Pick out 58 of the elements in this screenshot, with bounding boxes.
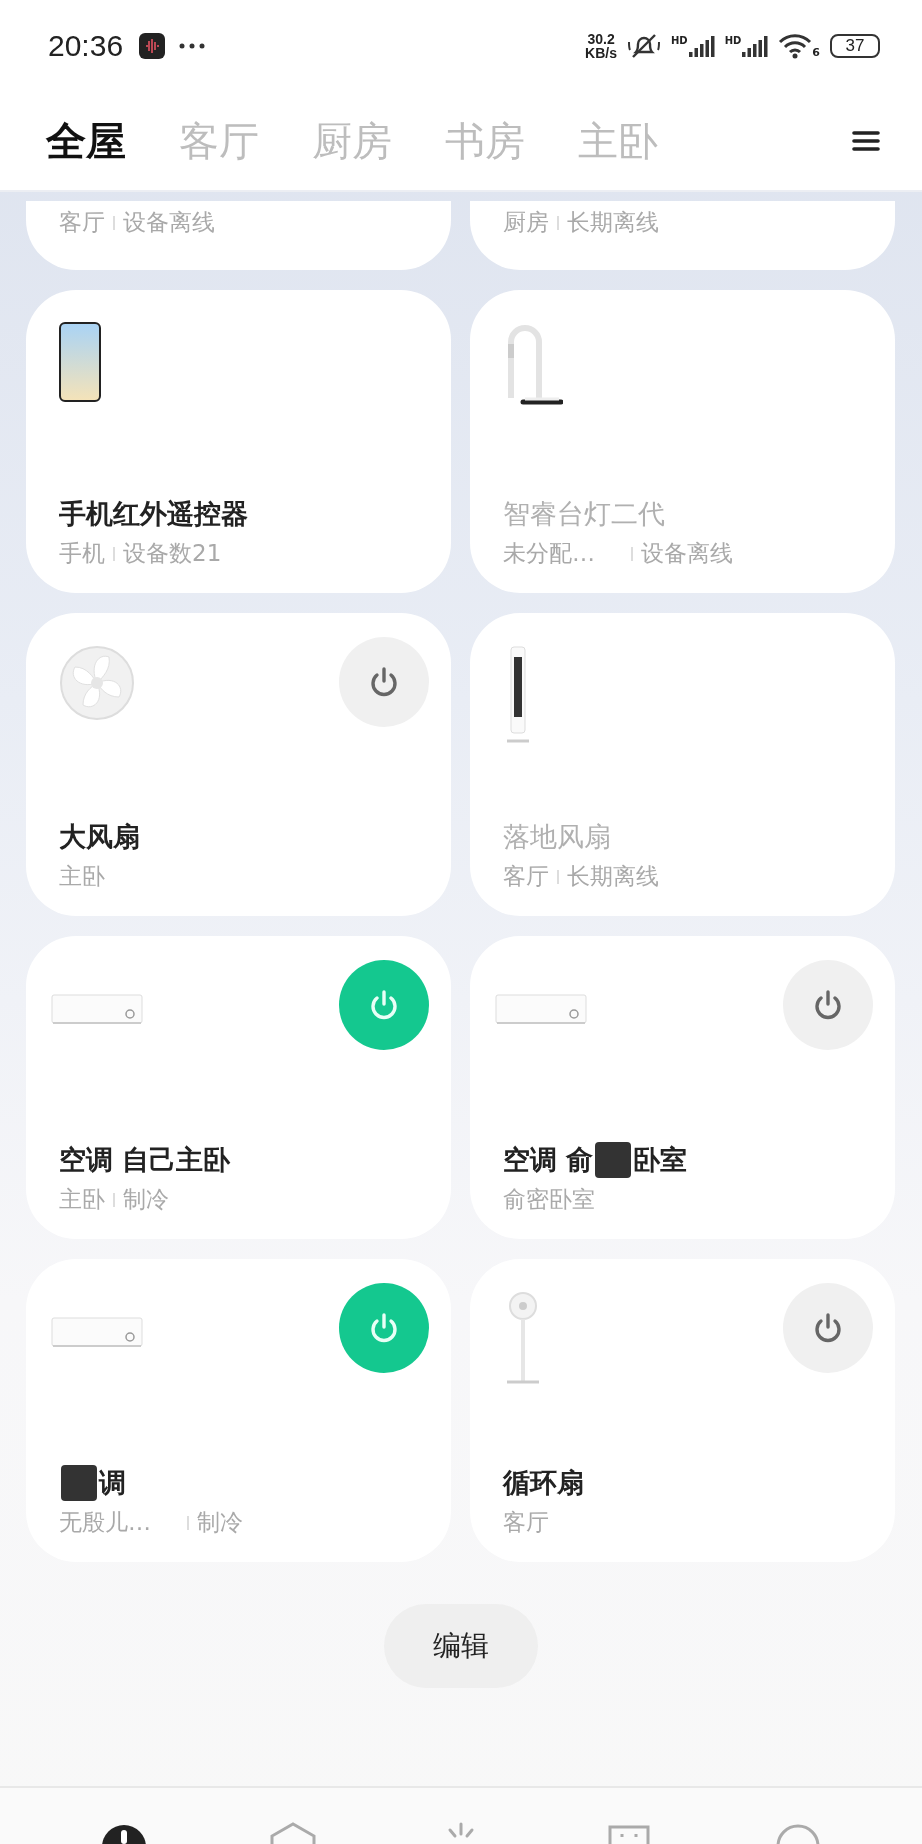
air-conditioner-icon (51, 994, 143, 1026)
edit-button[interactable]: 编辑 (384, 1604, 538, 1688)
device-room: 主卧 (59, 862, 105, 891)
fan-icon (59, 645, 135, 721)
device-card[interactable]: 循环扇 客厅 (470, 1259, 895, 1562)
device-name: 循环扇 (503, 1466, 584, 1500)
device-room: 未分配… (503, 539, 595, 568)
power-icon (369, 989, 399, 1021)
device-room: 厨房 (503, 208, 549, 237)
device-room: 客厅 (59, 208, 105, 237)
power-icon (813, 989, 843, 1021)
hd-label: HD (724, 35, 742, 46)
power-icon (369, 1312, 399, 1344)
device-name: 落地风扇 (503, 820, 611, 854)
signal-icon (688, 35, 715, 57)
power-icon (369, 666, 399, 698)
device-card[interactable]: 大风扇 主卧 (26, 613, 451, 916)
status-time: 20:36 (48, 29, 124, 63)
more-dots-icon (179, 43, 206, 49)
room-tab[interactable]: 全屋 (46, 113, 126, 169)
device-status: 设备离线 (123, 208, 215, 237)
mute-bell-icon (627, 32, 661, 60)
redaction-block (595, 1142, 632, 1178)
device-name: 智睿台灯二代 (503, 497, 665, 531)
device-card[interactable]: 空调 俞 卧室 俞密卧室 (470, 936, 895, 1239)
device-room: 客厅 (503, 1508, 549, 1537)
signal-icon (742, 35, 769, 57)
battery-indicator: 37 (830, 34, 880, 58)
device-name: 空调 自己主卧 (59, 1143, 231, 1177)
hd-label: HD (671, 35, 688, 46)
air-conditioner-icon (495, 994, 587, 1026)
wifi-label: 6 (812, 46, 820, 59)
device-room: 手机 (59, 539, 105, 568)
device-name: 卧室 (633, 1143, 688, 1177)
device-status: 设备数21 (123, 539, 222, 568)
device-status: 制冷 (197, 1508, 243, 1537)
device-name: 调 (99, 1466, 126, 1500)
network-speed: 30.2 KB/s (585, 32, 617, 60)
device-status: 制冷 (123, 1185, 169, 1214)
device-status: 长期离线 (567, 862, 659, 891)
device-room: 客厅 (503, 862, 549, 891)
device-name: 大风扇 (59, 820, 140, 854)
wifi-icon (778, 33, 813, 59)
device-room: 俞密卧室 (503, 1185, 595, 1214)
air-conditioner-icon (51, 1317, 143, 1349)
recorder-app-icon (139, 33, 166, 59)
menu-icon[interactable] (852, 130, 880, 152)
device-card[interactable]: 手机红外遥控器 手机 设备数21 (26, 290, 451, 593)
device-card[interactable]: 空调 自己主卧 主卧 制冷 (26, 936, 451, 1239)
device-name: 手机红外遥控器 (59, 497, 248, 531)
device-room: 无殷儿… (59, 1508, 151, 1537)
device-name: 空调 俞 (503, 1143, 594, 1177)
phone-icon (59, 322, 101, 402)
device-status: 设备离线 (641, 539, 733, 568)
device-status: 长期离线 (567, 208, 659, 237)
device-card[interactable]: 调 无殷儿… 制冷 (26, 1259, 451, 1562)
device-room: 主卧 (59, 1185, 105, 1214)
power-icon (813, 1312, 843, 1344)
